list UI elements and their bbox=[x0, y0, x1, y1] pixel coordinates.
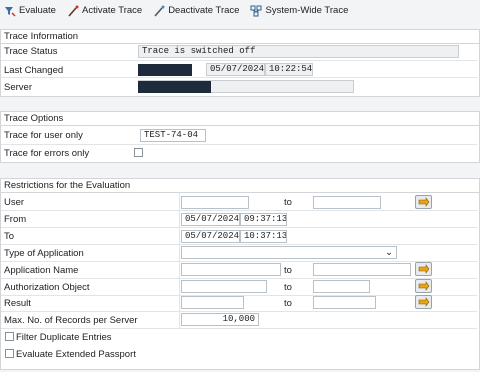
activate-trace-label: Activate Trace bbox=[81, 5, 143, 16]
chevron-down-icon: ⌄ bbox=[385, 247, 393, 258]
application-name-to-label: to bbox=[284, 265, 292, 276]
application-name-multiple-selection-button[interactable] bbox=[415, 262, 432, 276]
network-icon bbox=[250, 5, 262, 17]
deactivate-trace-button[interactable]: Deactivate Trace bbox=[149, 2, 243, 20]
wand-off-icon bbox=[153, 5, 165, 17]
to-date-input[interactable]: 05/07/2024 bbox=[181, 230, 240, 243]
result-to-input[interactable] bbox=[313, 296, 376, 309]
multiple-selection-icon bbox=[418, 197, 430, 207]
trace-errors-only-checkbox[interactable] bbox=[134, 148, 143, 157]
server-label: Server bbox=[4, 82, 32, 93]
application-name-from-input[interactable] bbox=[181, 263, 281, 276]
type-of-application-label: Type of Application bbox=[4, 248, 84, 259]
restrictions-group: Restrictions for the Evaluation User to … bbox=[0, 178, 480, 370]
restrictions-title: Restrictions for the Evaluation bbox=[1, 179, 479, 193]
user-from-input[interactable] bbox=[181, 196, 249, 209]
last-changed-user-masked bbox=[138, 64, 192, 76]
application-name-label: Application Name bbox=[4, 265, 79, 276]
authorization-object-multiple-selection-button[interactable] bbox=[415, 279, 432, 293]
trace-options-group: Trace Options Trace for user only TEST-7… bbox=[0, 111, 480, 163]
from-label: From bbox=[4, 214, 27, 225]
authorization-object-from-input[interactable] bbox=[181, 280, 267, 293]
multiple-selection-icon bbox=[418, 264, 430, 274]
user-to-input[interactable] bbox=[313, 196, 381, 209]
filter-duplicate-entries-label: Filter Duplicate Entries bbox=[16, 332, 112, 343]
multiple-selection-icon bbox=[418, 281, 430, 291]
result-multiple-selection-button[interactable] bbox=[415, 295, 432, 309]
result-label: Result bbox=[4, 298, 31, 309]
authorization-object-to-label: to bbox=[284, 282, 292, 293]
from-date-input[interactable]: 05/07/2024 bbox=[181, 213, 240, 226]
system-wide-trace-button[interactable]: System-Wide Trace bbox=[246, 2, 352, 20]
evaluate-icon bbox=[4, 5, 16, 17]
evaluate-label: Evaluate bbox=[19, 5, 56, 16]
evaluate-button[interactable]: Evaluate bbox=[0, 2, 60, 20]
trace-errors-only-label: Trace for errors only bbox=[4, 148, 90, 159]
result-to-label: to bbox=[284, 298, 292, 309]
to-row-label: To bbox=[4, 231, 15, 242]
system-wide-trace-label: System-Wide Trace bbox=[265, 5, 349, 16]
authorization-object-label: Authorization Object bbox=[4, 282, 90, 293]
evaluate-extended-passport-label: Evaluate Extended Passport bbox=[16, 349, 136, 360]
trace-information-title: Trace Information bbox=[1, 30, 479, 44]
user-to-label: to bbox=[284, 197, 292, 208]
activate-trace-button[interactable]: Activate Trace bbox=[63, 2, 146, 20]
last-changed-label: Last Changed bbox=[4, 65, 64, 76]
application-name-to-input[interactable] bbox=[313, 263, 411, 276]
wand-icon bbox=[67, 5, 79, 17]
last-changed-date: 05/07/2024 bbox=[206, 63, 265, 76]
max-records-input[interactable]: 10,000 bbox=[181, 313, 259, 326]
to-time-input[interactable]: 10:37:13 bbox=[240, 230, 287, 243]
trace-user-only-label: Trace for user only bbox=[4, 130, 83, 141]
user-multiple-selection-button[interactable] bbox=[415, 195, 432, 209]
server-name-masked bbox=[138, 81, 211, 93]
toolbar: Evaluate Activate Trace Deactivate Trace… bbox=[0, 0, 480, 21]
deactivate-trace-label: Deactivate Trace bbox=[168, 5, 240, 16]
last-changed-time: 10:22:54 bbox=[265, 63, 313, 76]
user-label: User bbox=[4, 197, 25, 208]
trace-status-field: Trace is switched off bbox=[138, 45, 459, 58]
trace-information-group: Trace Information Trace Status Trace is … bbox=[0, 29, 480, 97]
filter-duplicate-entries-checkbox[interactable] bbox=[5, 332, 14, 341]
multiple-selection-icon bbox=[418, 297, 430, 307]
authorization-object-to-input[interactable] bbox=[313, 280, 370, 293]
trace-status-label: Trace Status bbox=[4, 46, 58, 57]
result-from-input[interactable] bbox=[181, 296, 244, 309]
max-records-label: Max. No. of Records per Server bbox=[4, 315, 138, 326]
evaluate-extended-passport-checkbox[interactable] bbox=[5, 349, 14, 358]
from-time-input[interactable]: 09:37:13 bbox=[240, 213, 287, 226]
type-of-application-dropdown[interactable]: ⌄ bbox=[181, 246, 397, 259]
trace-user-only-input[interactable]: TEST-74-04 bbox=[140, 129, 206, 142]
trace-options-title: Trace Options bbox=[1, 112, 479, 126]
